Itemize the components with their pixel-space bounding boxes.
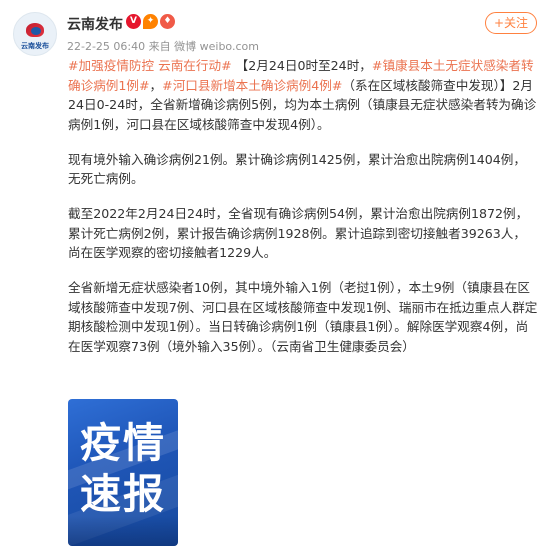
account-avatar[interactable]: 云南发布 (13, 12, 57, 56)
verified-badge-icon: V (126, 14, 141, 29)
paragraph-2: 现有境外输入确诊病例21例。累计确诊病例1425例，累计治愈出院病例1404例，… (68, 151, 526, 187)
image-shade (68, 516, 178, 546)
paragraph-1: #加强疫情防控 云南在行动# 【2月24日0时至24时，#镇康县本土无症状感染者… (68, 56, 538, 134)
paragraph-3: 截至2022年2月24日24时，全省现有确诊病例54例，累计治愈出院病例1872… (68, 206, 529, 260)
paragraph-4: 全省新增无症状感染者10例，其中境外输入1例（老挝1例），本土9例（镇康县在区域… (68, 280, 538, 354)
account-name[interactable]: 云南发布 (67, 14, 123, 34)
fire-icon: ♦ (160, 14, 175, 29)
vip-icon: ✦ (143, 14, 158, 29)
post-meta: 22-2-25 06:40 来自 微博 weibo.com (67, 40, 259, 53)
follow-button[interactable]: +关注 (485, 12, 537, 34)
text-span: ， (149, 77, 163, 93)
post-body: #加强疫情防控 云南在行动# 【2月24日0时至24时，#镇康县本土无症状感染者… (68, 56, 538, 372)
avatar-label: 云南发布 (21, 42, 49, 50)
image-title-line2: 速报 (80, 470, 166, 518)
post-image[interactable]: 疫情 速报 (68, 399, 178, 546)
text-span: 【2月24日0时至24时， (231, 58, 372, 73)
logo-dot-icon (31, 27, 41, 35)
image-title-line1: 疫情 (80, 419, 166, 467)
hashtag-link[interactable]: #加强疫情防控 云南在行动# (68, 58, 232, 73)
hashtag-link[interactable]: #河口县新增本土确诊病例4例# (162, 78, 342, 93)
badge-group: V ✦ ♦ (126, 14, 177, 30)
